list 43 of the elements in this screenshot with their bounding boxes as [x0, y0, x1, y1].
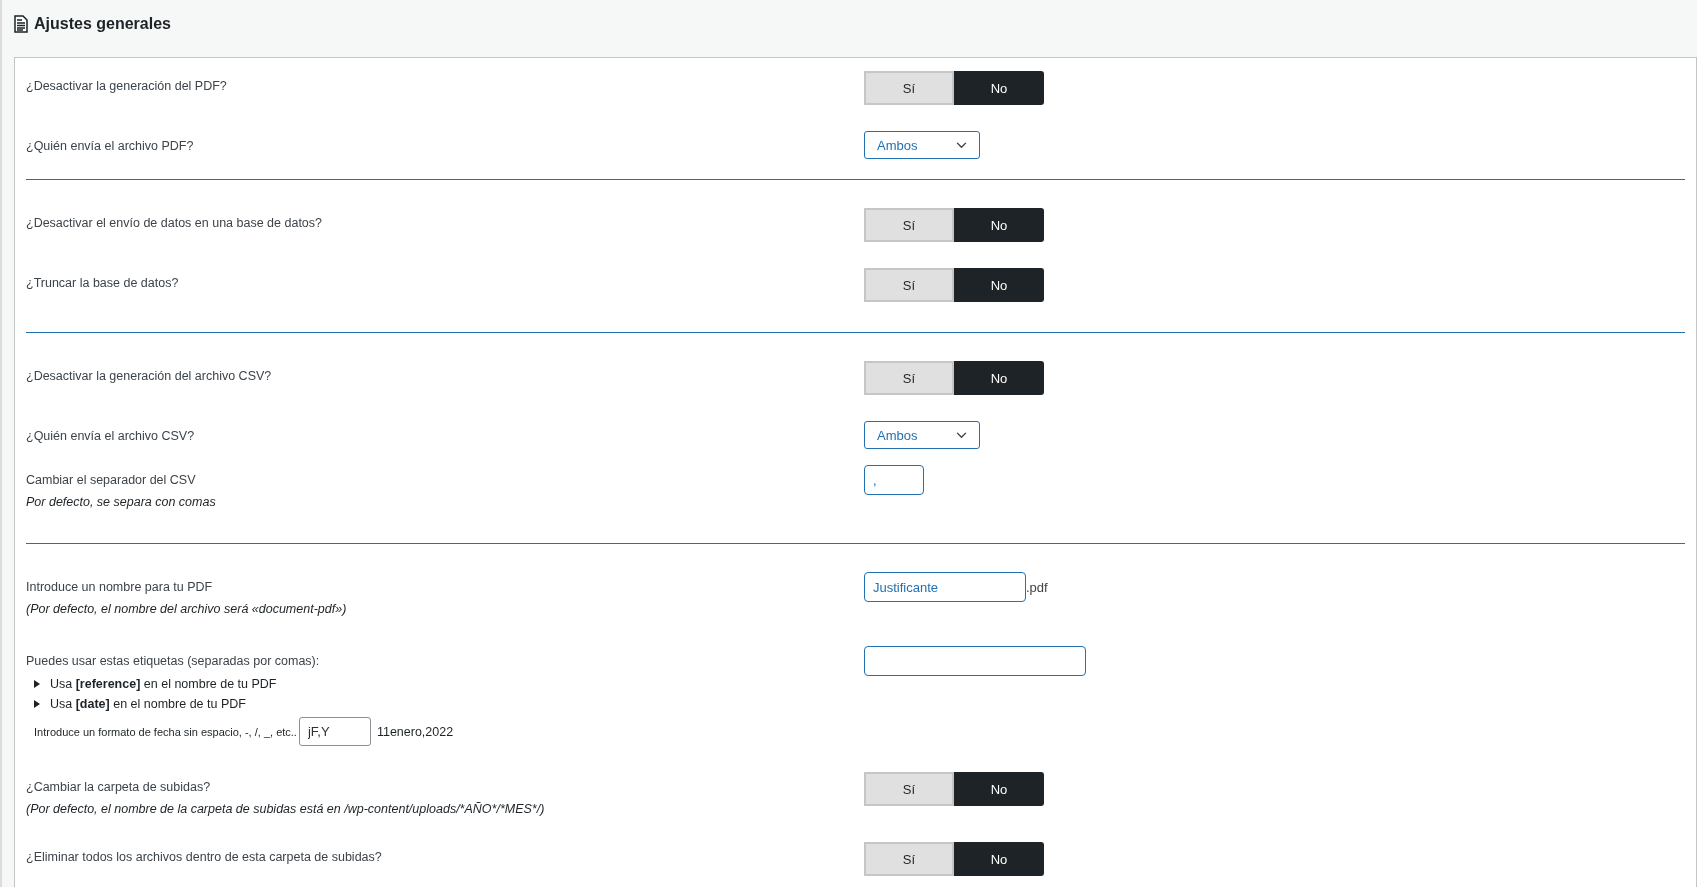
setting-label: ¿Quién envía el archivo CSV?	[26, 429, 196, 443]
setting-label: ¿Desactivar la generación del archivo CSV?	[26, 369, 273, 383]
document-icon	[14, 15, 28, 33]
tag-hint: Usa [reference] en el nombre de tu PDF	[50, 677, 277, 691]
toggle-option[interactable]: No	[954, 268, 1044, 302]
setting-note: (Por defecto, el nombre del archivo será «document-pdf»)	[26, 602, 348, 616]
toggle-option[interactable]: Sí	[864, 268, 954, 302]
date-format-field[interactable]: jF,Y	[298, 717, 371, 746]
date-format-label: Introduce un formato de fecha sin espacio, -, /, _, etc..	[34, 725, 297, 738]
date-preview: 11enero,2022	[376, 724, 454, 739]
toggle-option[interactable]: Sí	[864, 842, 954, 876]
text-field[interactable]: Justificante	[864, 572, 1026, 602]
setting-label: Puedes usar estas etiquetas (separadas por comas):	[26, 654, 321, 668]
setting-label: Introduce un nombre para tu PDF	[26, 580, 214, 594]
tag-hint: Usa [date] en el nombre de tu PDF	[50, 697, 246, 711]
toggle-option[interactable]: No	[954, 772, 1044, 806]
setting-label: Cambiar el separador del CSV	[26, 473, 197, 487]
chevron-down-icon	[956, 431, 967, 439]
setting-label: ¿Desactivar la generación del PDF?	[26, 79, 228, 93]
text-field[interactable]: ,	[864, 465, 924, 495]
setting-label: ¿Truncar la base de datos?	[26, 276, 180, 290]
dropdown[interactable]: Ambos	[864, 421, 980, 449]
setting-label: ¿Eliminar todos los archivos dentro de esta carpeta de subidas?	[26, 850, 383, 864]
page-title: Ajustes generales	[34, 15, 171, 33]
toggle-option[interactable]: Sí	[864, 772, 954, 806]
toggle-option[interactable]: No	[954, 361, 1044, 395]
setting-note: Por defecto, se separa con comas	[26, 495, 217, 509]
toggle-option[interactable]: Sí	[864, 71, 954, 105]
toggle-option[interactable]: Sí	[864, 361, 954, 395]
chevron-down-icon	[956, 141, 967, 149]
toggle-option[interactable]: No	[954, 71, 1044, 105]
caret-right-icon	[34, 700, 40, 708]
tags-field[interactable]	[864, 646, 1086, 676]
toggle-option[interactable]: Sí	[864, 208, 954, 242]
setting-note: (Por defecto, el nombre de la carpeta de subidas está en /wp-content/uploads/*AÑO*/*MES*/)	[26, 802, 546, 816]
caret-right-icon	[34, 680, 40, 688]
setting-label: ¿Quién envía el archivo PDF?	[26, 139, 195, 153]
file-extension: .pdf	[1026, 579, 1048, 595]
setting-label: ¿Cambiar la carpeta de subidas?	[26, 780, 212, 794]
toggle-option[interactable]: No	[954, 208, 1044, 242]
setting-label: ¿Desactivar el envío de datos en una base de datos?	[26, 216, 324, 230]
dropdown[interactable]: Ambos	[864, 131, 980, 159]
toggle-option[interactable]: No	[954, 842, 1044, 876]
